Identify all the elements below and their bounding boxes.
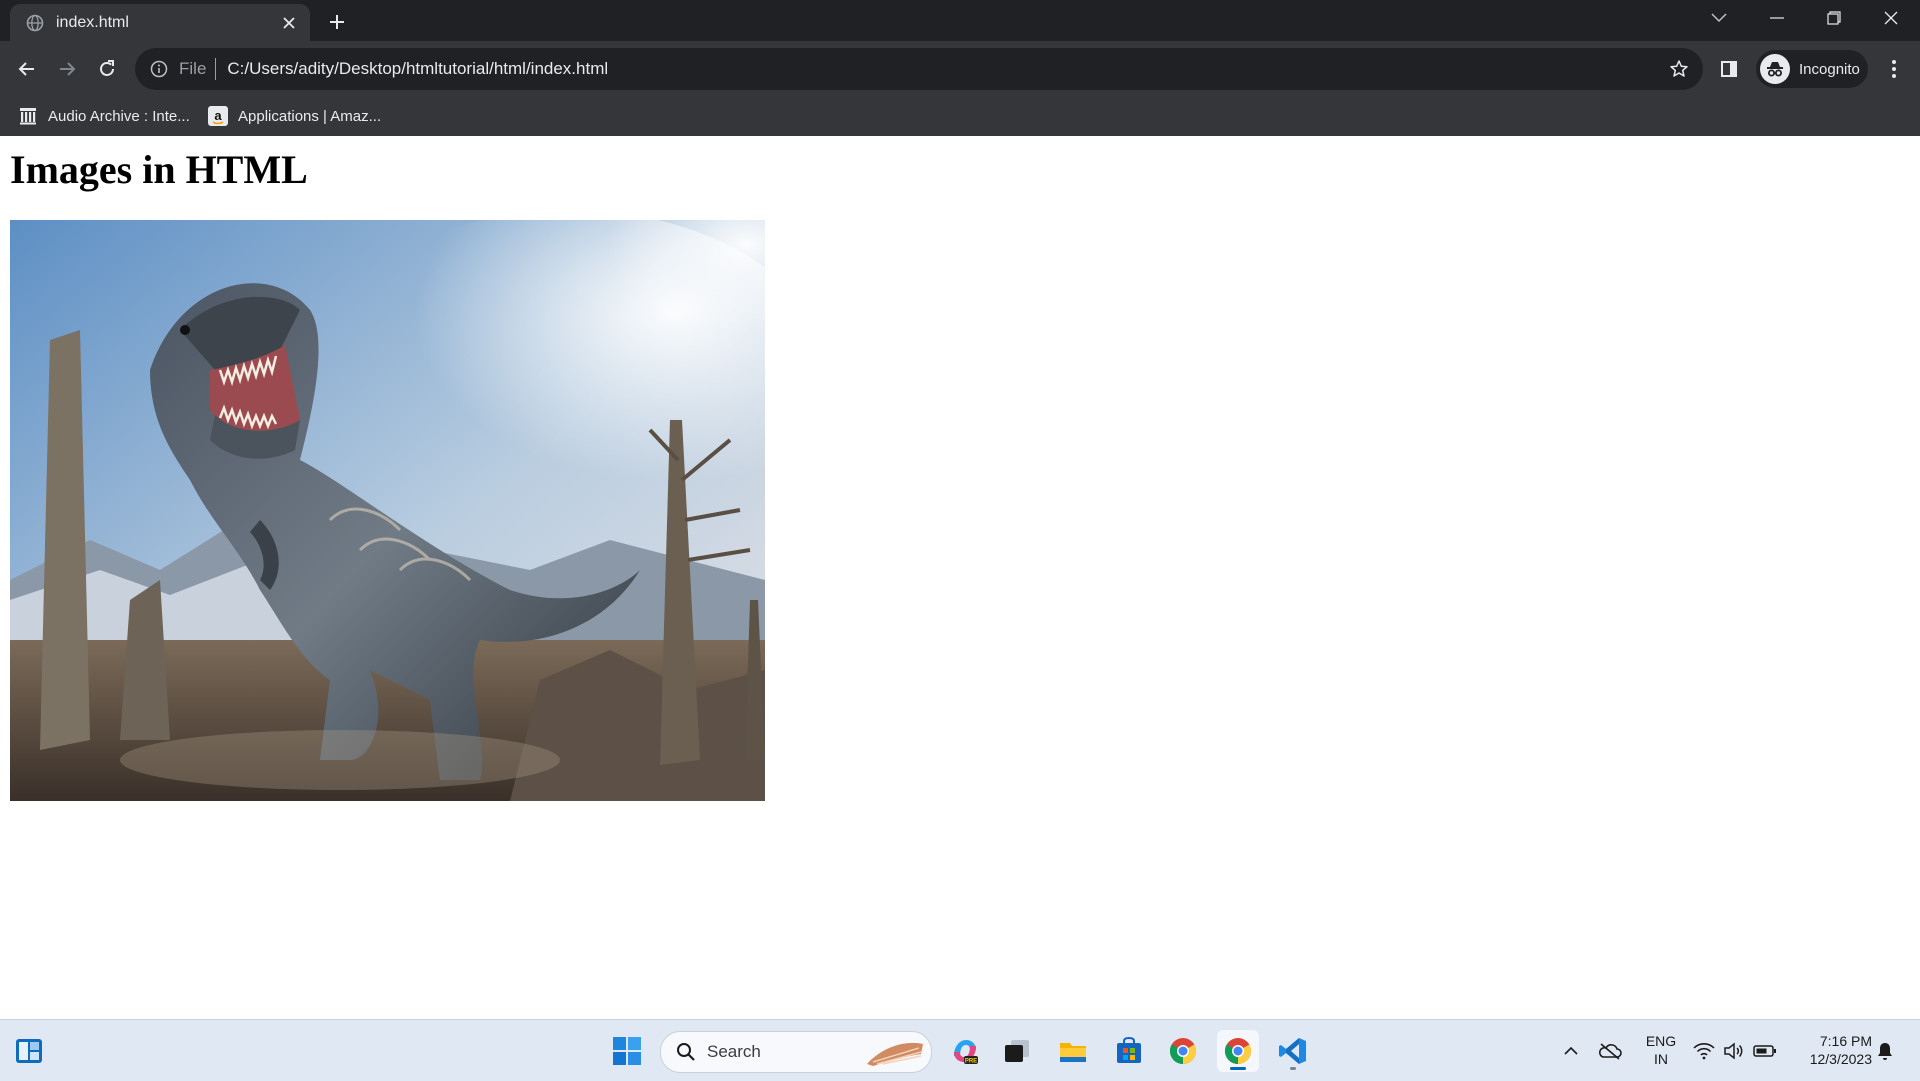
reload-button[interactable] — [89, 51, 125, 87]
bookmark-applications-amazon[interactable]: a Applications | Amaz... — [208, 103, 381, 129]
bookmark-audio-archive[interactable]: Audio Archive : Inte... — [18, 103, 190, 129]
amazon-icon: a — [208, 106, 228, 126]
onedrive-offline-icon[interactable] — [1597, 1038, 1623, 1064]
taskbar-search-box[interactable]: Search — [660, 1031, 932, 1073]
address-bar[interactable]: File C:/Users/adity/Desktop/htmltutorial… — [135, 48, 1703, 90]
incognito-label: Incognito — [1799, 60, 1860, 78]
search-highlight-image — [867, 1042, 923, 1066]
region-code: IN — [1654, 1051, 1668, 1067]
search-label: Search — [707, 1042, 761, 1061]
bookmark-label: Audio Archive : Inte... — [48, 107, 190, 125]
file-explorer-icon[interactable] — [1052, 1030, 1094, 1072]
system-clock[interactable]: 7:16 PM 12/3/2023 — [1788, 1032, 1872, 1068]
svg-text:a: a — [214, 108, 222, 123]
volume-icon[interactable] — [1721, 1038, 1747, 1064]
show-hidden-icons-chevron[interactable] — [1558, 1038, 1584, 1064]
back-button[interactable] — [9, 51, 45, 87]
browser-chrome: index.html File C:/Users/adity/Desktop/h… — [0, 0, 1920, 137]
browser-toolbar: File C:/Users/adity/Desktop/htmltutorial… — [0, 41, 1920, 97]
chrome-incognito-icon[interactable] — [1217, 1030, 1259, 1072]
t-rex-image — [10, 220, 765, 801]
language-code: ENG — [1645, 1033, 1677, 1049]
forward-button[interactable] — [49, 51, 85, 87]
bookmarks-bar: Audio Archive : Inte... a Applications |… — [0, 97, 1920, 137]
svg-text:PRE: PRE — [965, 1059, 977, 1065]
minimize-window-icon[interactable] — [1748, 0, 1805, 36]
more-menu-icon[interactable] — [1876, 51, 1912, 87]
start-icon[interactable] — [606, 1030, 648, 1072]
microsoft-store-icon[interactable] — [1108, 1030, 1150, 1072]
running-indicator — [1230, 1067, 1246, 1070]
notification-bell-icon[interactable] — [1872, 1038, 1898, 1064]
running-indicator — [1290, 1067, 1296, 1070]
windows-taskbar: Search PRE ENG IN 7:16 PM 12/3/2023 — [0, 1019, 1920, 1081]
globe-icon — [26, 14, 44, 32]
clock-time: 7:16 PM — [1819, 1033, 1872, 1049]
web-page-content: Images in HTML — [0, 136, 1920, 1019]
tab-strip: index.html — [0, 0, 1920, 41]
clock-date: 12/3/2023 — [1809, 1051, 1872, 1067]
search-icon — [675, 1041, 697, 1063]
widgets-icon[interactable] — [8, 1030, 50, 1072]
page-heading: Images in HTML — [10, 147, 308, 192]
close-tab-icon[interactable] — [278, 12, 300, 34]
tab-index-html[interactable]: index.html — [10, 4, 310, 41]
side-panel-icon[interactable] — [1711, 51, 1747, 87]
bookmark-label: Applications | Amaz... — [238, 107, 382, 125]
new-tab-button[interactable] — [323, 8, 351, 36]
tab-title: index.html — [56, 13, 129, 31]
wifi-icon[interactable] — [1691, 1038, 1717, 1064]
archive-icon — [18, 106, 38, 126]
copilot-icon[interactable]: PRE — [944, 1030, 986, 1072]
tab-search-chevron-icon[interactable] — [1690, 0, 1747, 36]
task-view-icon[interactable] — [996, 1030, 1038, 1072]
incognito-profile-button[interactable]: Incognito — [1756, 50, 1868, 88]
restore-window-icon[interactable] — [1805, 0, 1862, 36]
vscode-icon[interactable] — [1272, 1030, 1314, 1072]
site-info-icon[interactable] — [149, 59, 169, 79]
bookmark-star-icon[interactable] — [1663, 53, 1695, 85]
battery-icon[interactable] — [1752, 1038, 1778, 1064]
close-window-icon[interactable] — [1862, 0, 1919, 36]
url-text[interactable]: C:/Users/adity/Desktop/htmltutorial/html… — [227, 59, 1663, 79]
incognito-icon — [1760, 54, 1790, 84]
language-indicator[interactable]: ENG IN — [1641, 1032, 1681, 1068]
url-divider — [215, 58, 217, 80]
chrome-icon[interactable] — [1162, 1030, 1204, 1072]
url-scheme-label: File — [179, 59, 207, 78]
